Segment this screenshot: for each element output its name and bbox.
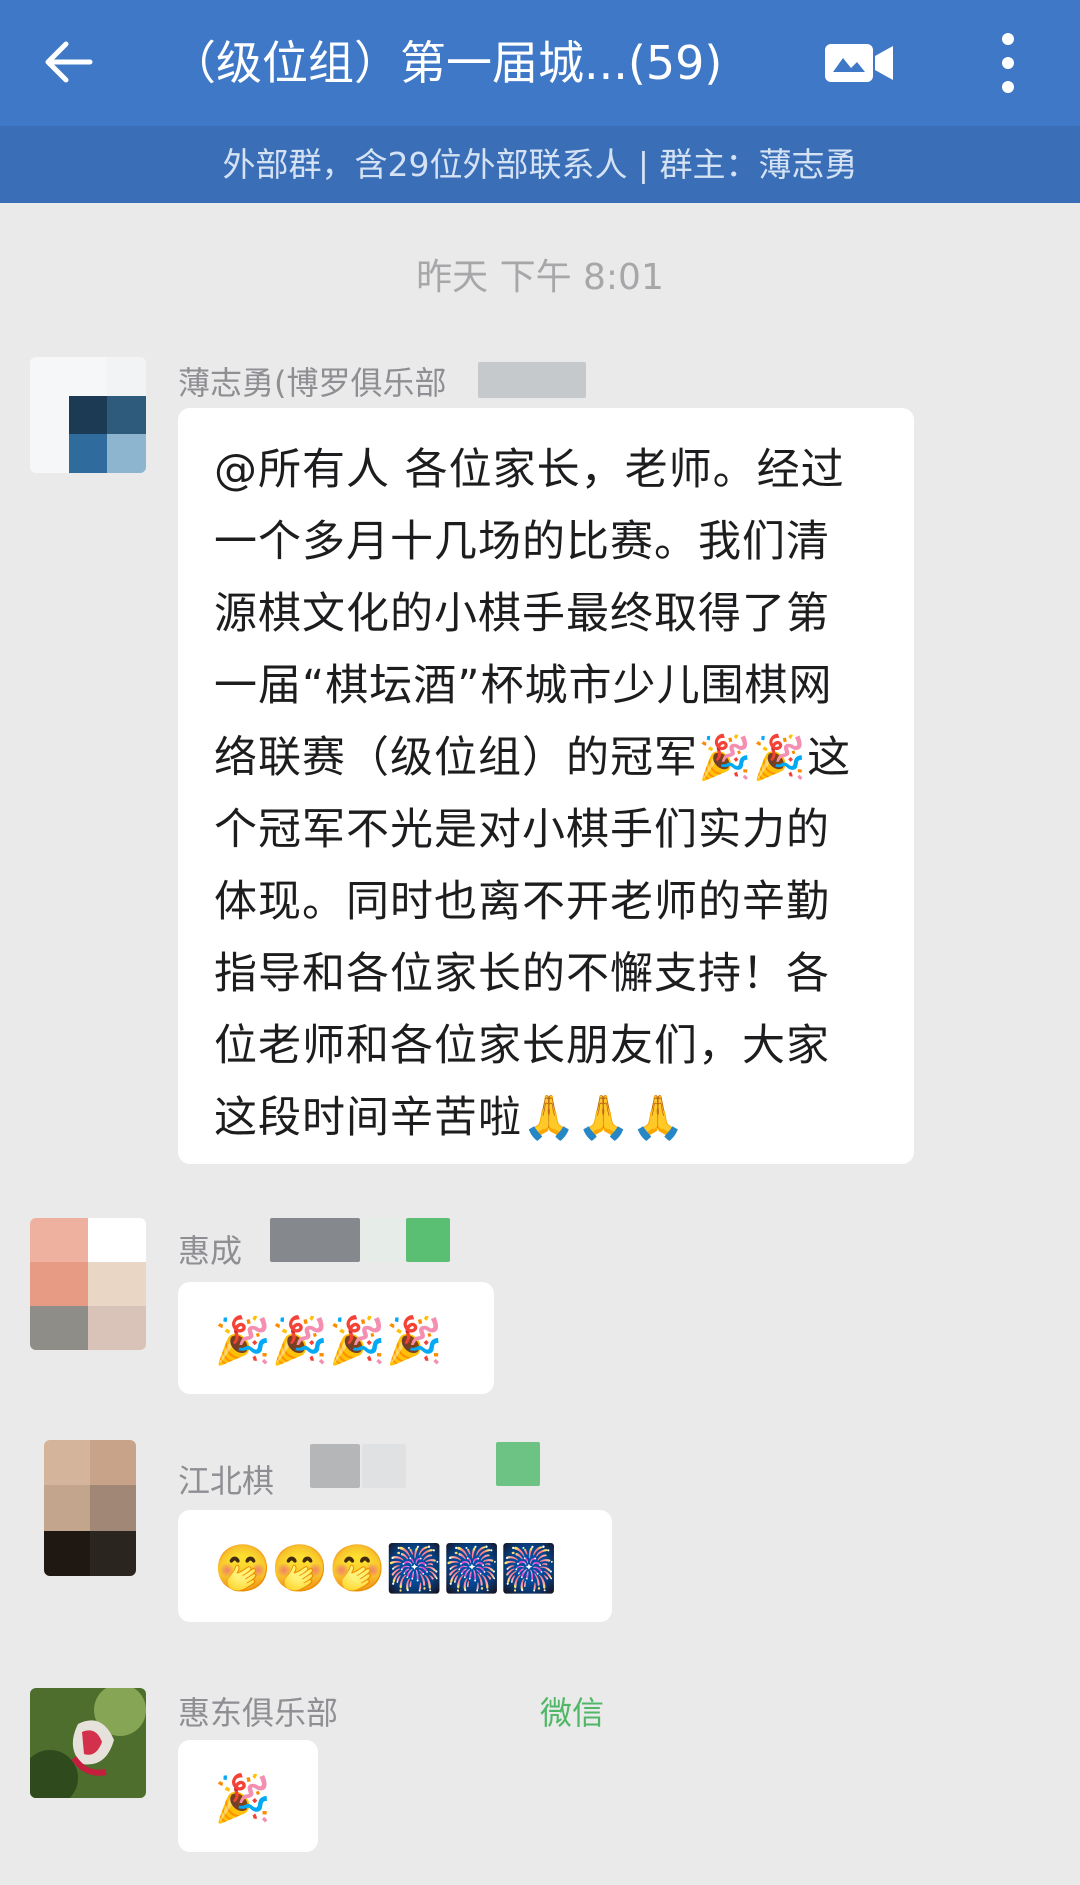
message-text: @所有人 各位家长，老师。经过一个多月十几场的比赛。我们清源棋文化的小棋手最终取… [214,445,852,1143]
more-button[interactable] [976,20,1040,106]
redacted-area [310,1444,360,1488]
flower-photo-avatar [30,1688,146,1798]
top-bar: （级位组）第一届城...(59) [0,0,1080,126]
avatar[interactable] [44,1440,136,1576]
message-bubble[interactable]: 🤭🤭🤭🎆🎆🎆 [178,1510,612,1622]
redacted-area [496,1442,540,1486]
message-text: 🎉🎉🎉🎉 [214,1313,444,1367]
redacted-area [362,1444,406,1488]
wechat-suffix[interactable]: 微信 [540,1688,604,1734]
chat-title[interactable]: （级位组）第一届城...(59) [170,20,770,106]
back-button[interactable] [28,22,108,102]
sender-name[interactable]: 江北棋 [178,1456,274,1502]
back-arrow-icon [45,41,93,83]
message-text: 🎉 [214,1771,272,1825]
avatar[interactable] [30,357,146,473]
avatar[interactable] [30,1688,146,1798]
redacted-area [406,1218,450,1262]
message-text: 🤭🤭🤭🎆🎆🎆 [214,1541,558,1595]
redacted-area [270,1218,360,1262]
sender-name[interactable]: 惠东俱乐部 [178,1688,338,1734]
message-timestamp: 昨天 下午 8:01 [416,257,664,298]
avatar[interactable] [30,1218,146,1350]
message-bubble[interactable]: @所有人 各位家长，老师。经过一个多月十几场的比赛。我们清源棋文化的小棋手最终取… [178,408,914,1164]
redacted-area [362,1218,402,1262]
message-bubble[interactable]: 🎉🎉🎉🎉 [178,1282,494,1394]
video-call-button[interactable] [816,28,902,98]
more-vertical-icon [1002,33,1014,93]
group-info-bar[interactable]: 外部群，含29位外部联系人 | 群主：薄志勇 [0,126,1080,203]
sender-name[interactable]: 惠成 [178,1226,242,1272]
message-bubble[interactable]: 🎉 [178,1740,318,1852]
redacted-area [478,362,586,398]
video-call-icon [825,44,893,82]
sender-name[interactable]: 薄志勇(博罗俱乐部 [178,358,447,404]
